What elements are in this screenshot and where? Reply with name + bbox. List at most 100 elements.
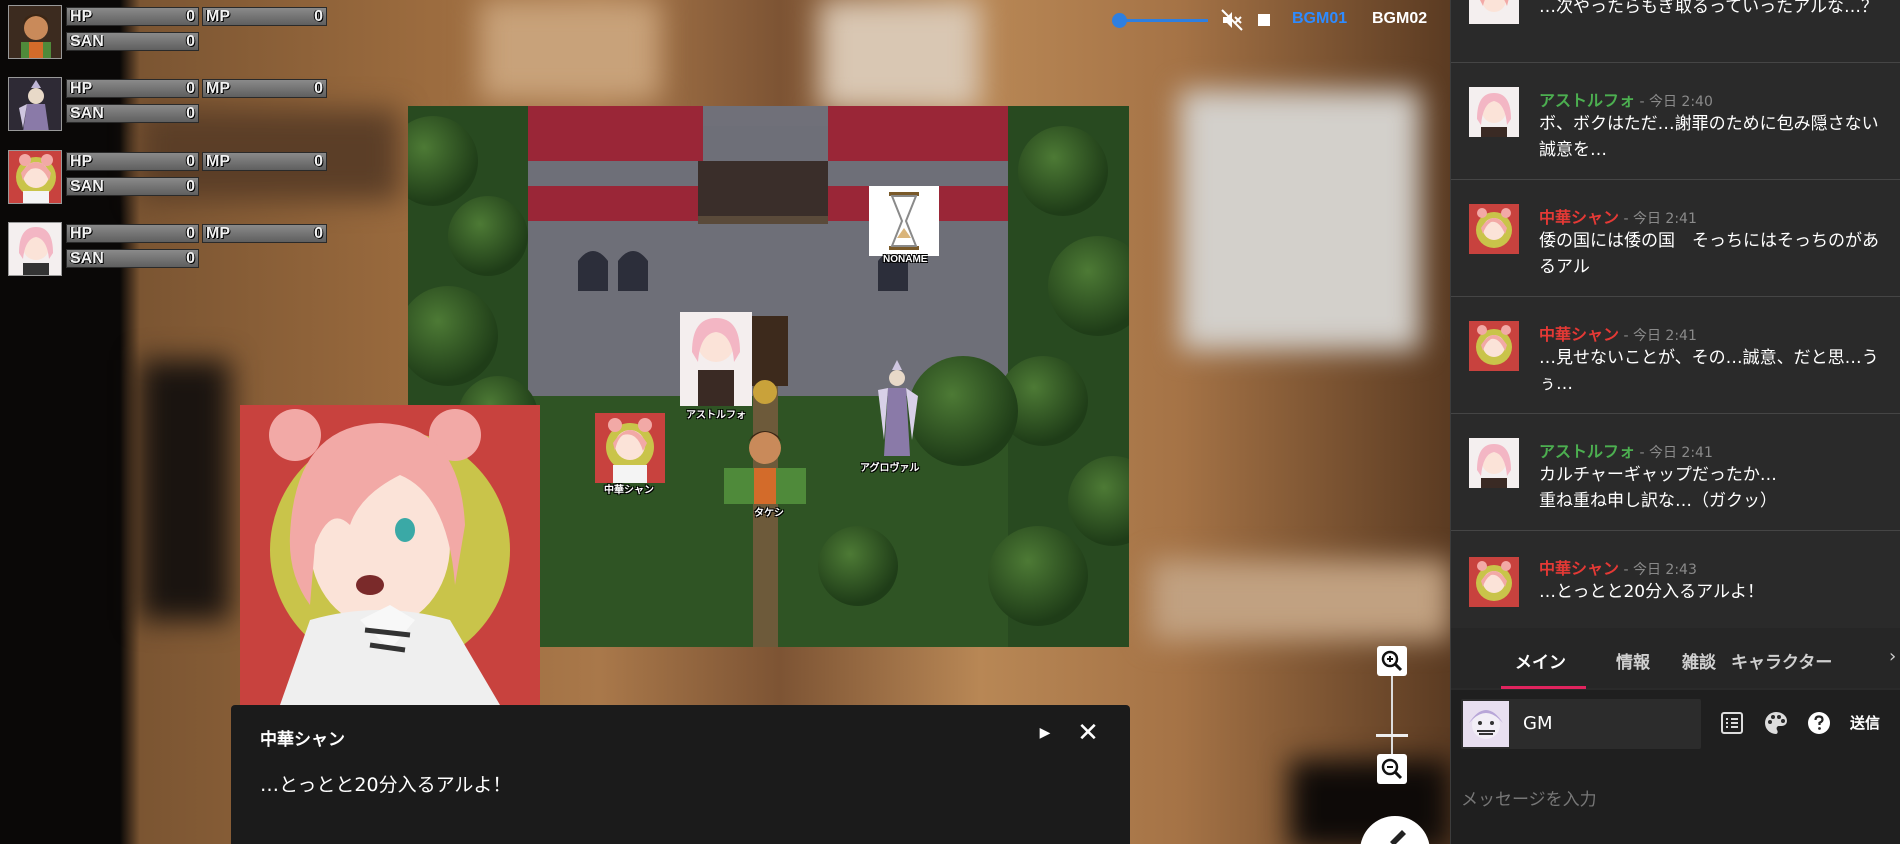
tab-main[interactable]: メイン [1515, 648, 1566, 673]
noname-piece[interactable] [869, 186, 939, 256]
hp-bar: HP 0 [66, 224, 199, 243]
sender-selector[interactable]: GM [1461, 699, 1701, 749]
chat-message: 中華シャン - 今日 2:43 …とっとと20分入るアルよ！ [1451, 531, 1900, 628]
dialog-speaker-name: 中華シャン [260, 730, 345, 750]
status-row: HP 0 MP 0 SAN 0 [8, 222, 327, 278]
agravain-label: アグロヴァル [860, 463, 920, 474]
agravain-piece[interactable] [862, 360, 932, 456]
next-arrow-icon[interactable]: ▶ [1034, 722, 1056, 744]
edit-fab-button[interactable] [1360, 816, 1430, 844]
palette-icon[interactable] [1763, 710, 1789, 736]
status-row: HP 0 MP 0 SAN 0 [8, 150, 327, 206]
message-avatar [1469, 204, 1519, 254]
chat-message: 中華シャン - 今日 2:41 倭の国には倭の国 そっちにはそっちのがあるアル [1451, 180, 1900, 297]
message-time: - 今日 2:41 [1635, 445, 1713, 461]
san-bar: SAN 0 [66, 32, 199, 51]
shan-sprite [595, 413, 665, 483]
character-avatar[interactable] [8, 77, 62, 131]
chat-message: アストルフォ - 今日 2:40 ボ、ボクはただ…謝罪のために包み隠さない誠意を… [1451, 63, 1900, 180]
message-time: - 今日 2:41 [1619, 211, 1697, 227]
stop-icon[interactable] [1258, 14, 1270, 26]
message-author: アストルフォ [1539, 91, 1636, 110]
tab-info[interactable]: 情報 [1616, 648, 1650, 673]
zoom-in-icon [1381, 650, 1403, 672]
tab-character[interactable]: キャラクター [1731, 648, 1832, 673]
mp-bar: MP 0 [202, 224, 327, 243]
character-avatar[interactable] [8, 5, 62, 59]
character-avatar[interactable] [8, 150, 62, 204]
message-time: - 今日 2:40 [1635, 94, 1713, 110]
volume-mute-icon[interactable] [1220, 8, 1244, 32]
message-time: - 今日 2:41 [1619, 328, 1697, 344]
message-header: アストルフォ - 今日 2:40 [1539, 87, 1713, 111]
takeshi-piece[interactable] [720, 378, 810, 504]
sender-avatar [1463, 701, 1509, 747]
chat-log[interactable]: …次やったらもぎ取るっていったアルな…？ アストルフォ - 今日 2:40 ボ、… [1451, 0, 1900, 628]
mp-bar: MP 0 [202, 79, 327, 98]
message-header: 中華シャン - 今日 2:41 [1539, 321, 1697, 345]
takeshi-sprite [724, 380, 806, 504]
san-bar: SAN 0 [66, 177, 199, 196]
message-avatar [1469, 321, 1519, 371]
message-avatar [1469, 87, 1519, 137]
message-text: ボ、ボクはただ…謝罪のために包み隠さない誠意を… [1539, 114, 1879, 160]
tab-chat[interactable]: 雑談 [1682, 648, 1716, 673]
message-text: …次やったらもぎ取るっていったアルな…？ [1539, 0, 1878, 17]
speaker-portrait [240, 405, 540, 705]
volume-slider-track[interactable] [1120, 19, 1208, 22]
bgm01-track[interactable]: BGM01 [1292, 10, 1347, 28]
takeshi-label: タケシ [754, 508, 784, 519]
message-time: - 今日 2:43 [1619, 562, 1697, 578]
message-header: アストルフォ - 今日 2:41 [1539, 438, 1713, 462]
mp-bar: MP 0 [202, 7, 327, 26]
hourglass-icon [889, 192, 919, 250]
status-row: HP 0 MP 0 SAN 0 [8, 5, 327, 61]
message-author: アストルフォ [1539, 442, 1636, 461]
san-bar: SAN 0 [66, 104, 199, 123]
message-avatar [1469, 557, 1519, 607]
send-button[interactable]: 送信 [1850, 712, 1880, 733]
character-avatar[interactable] [8, 222, 62, 276]
noname-label: NONAME [883, 254, 928, 265]
dialog-text: …とっとと20分入るアルよ！ [260, 774, 512, 796]
volume-slider-handle[interactable] [1112, 13, 1127, 28]
bgm02-track[interactable]: BGM02 [1372, 10, 1427, 28]
zoom-track[interactable] [1391, 676, 1393, 754]
zoom-out-icon [1381, 758, 1403, 780]
help-icon[interactable] [1806, 710, 1832, 736]
message-input[interactable] [1451, 756, 1900, 844]
chinese-shan-piece[interactable] [595, 413, 665, 483]
message-header: 中華シャン - 今日 2:43 [1539, 555, 1697, 579]
dialog-box: 中華シャン …とっとと20分入るアルよ！ ▶ ✕ [231, 705, 1130, 844]
chat-message: …次やったらもぎ取るっていったアルな…？ [1451, 0, 1900, 63]
app-stage: HP 0 MP 0 SAN 0 HP 0 MP 0 SAN 0 HP 0 MP 0 SAN 0 H… [0, 0, 1900, 844]
message-author: 中華シャン [1539, 325, 1620, 344]
status-row: HP 0 MP 0 SAN 0 [8, 77, 327, 133]
mp-bar: MP 0 [202, 152, 327, 171]
agravain-sprite [878, 360, 918, 456]
zoom-in-button[interactable] [1377, 646, 1407, 676]
message-text: …とっとと20分入るアルよ！ [1539, 582, 1764, 602]
zoom-out-button[interactable] [1377, 754, 1407, 784]
san-bar: SAN 0 [66, 249, 199, 268]
chat-message: アストルフォ - 今日 2:41 カルチャーギャップだったか… 重ね重ね申し訳な… [1451, 414, 1900, 531]
close-icon[interactable]: ✕ [1074, 719, 1102, 747]
message-text: カルチャーギャップだったか… 重ね重ね申し訳な…（ガクッ） [1539, 465, 1777, 511]
message-avatar [1469, 0, 1519, 24]
hp-bar: HP 0 [66, 152, 199, 171]
message-text: 倭の国には倭の国 そっちにはそっちのがあるアル [1539, 231, 1879, 277]
hp-bar: HP 0 [66, 7, 199, 26]
message-author: 中華シャン [1539, 559, 1620, 578]
sender-name: GM [1523, 713, 1553, 734]
chevron-right-icon[interactable]: › [1889, 646, 1896, 667]
message-author: 中華シャン [1539, 208, 1620, 227]
active-tab-indicator [1501, 686, 1586, 689]
chat-input-area: GM 送信 [1451, 690, 1900, 844]
zoom-slider-handle[interactable] [1376, 734, 1408, 737]
message-avatar [1469, 438, 1519, 488]
list-icon[interactable] [1719, 710, 1745, 736]
chat-message: 中華シャン - 今日 2:41 …見せないことが、その…誠意、だと思…うぅ… [1451, 297, 1900, 414]
hp-bar: HP 0 [66, 79, 199, 98]
pencil-icon [1390, 830, 1406, 844]
chinese-shan-label: 中華シャン [604, 485, 654, 496]
